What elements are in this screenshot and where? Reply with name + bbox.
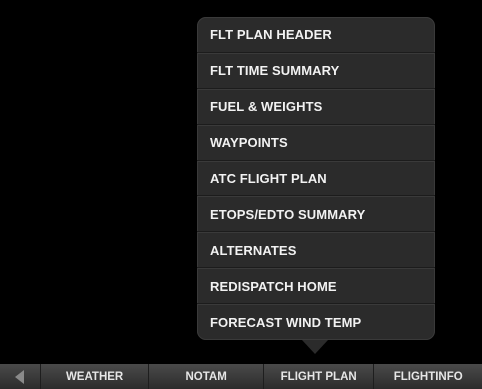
- tab-weather[interactable]: WEATHER: [41, 364, 150, 389]
- back-button[interactable]: [0, 364, 41, 389]
- left-triangle-icon: [15, 369, 25, 384]
- menu-item-atc-flight-plan[interactable]: ATC FLIGHT PLAN: [197, 160, 435, 197]
- flight-plan-popup-menu: FLT PLAN HEADER FLT TIME SUMMARY FUEL & …: [197, 17, 435, 340]
- tab-flight-plan[interactable]: FLIGHT PLAN: [264, 364, 375, 389]
- menu-item-forecast-wind-temp[interactable]: FORECAST WIND TEMP: [197, 304, 435, 340]
- tab-flightinfo[interactable]: FLIGHTINFO: [374, 364, 482, 389]
- menu-item-fuel-weights[interactable]: FUEL & WEIGHTS: [197, 88, 435, 125]
- menu-item-redispatch-home[interactable]: REDISPATCH HOME: [197, 268, 435, 305]
- tab-notam[interactable]: NOTAM: [149, 364, 264, 389]
- menu-item-waypoints[interactable]: WAYPOINTS: [197, 124, 435, 161]
- popup-pointer: [302, 340, 328, 354]
- menu-item-alternates[interactable]: ALTERNATES: [197, 232, 435, 269]
- menu-item-etops-edto-summary[interactable]: ETOPS/EDTO SUMMARY: [197, 196, 435, 233]
- menu-item-flt-plan-header[interactable]: FLT PLAN HEADER: [197, 17, 435, 53]
- bottom-tab-bar: WEATHER NOTAM FLIGHT PLAN FLIGHTINFO: [0, 364, 482, 389]
- menu-item-flt-time-summary[interactable]: FLT TIME SUMMARY: [197, 52, 435, 89]
